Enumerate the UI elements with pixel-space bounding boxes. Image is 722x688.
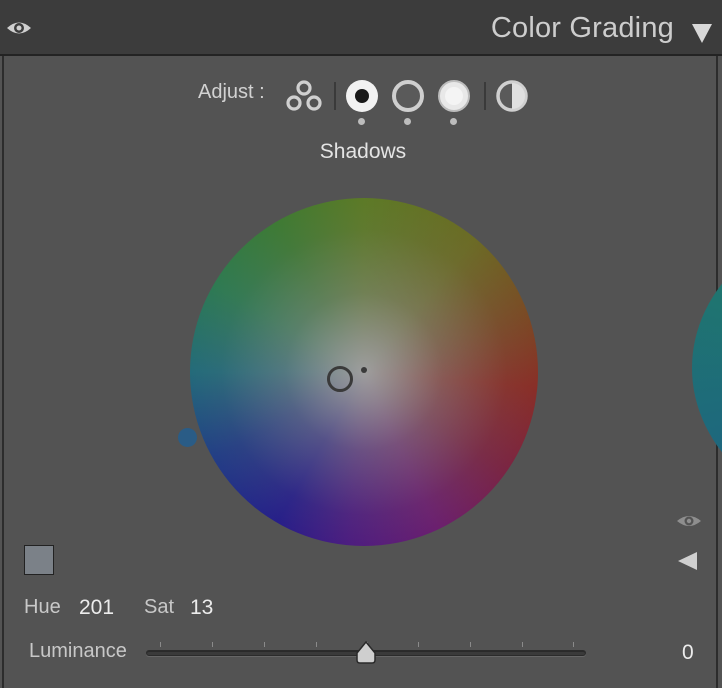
highlights-circle-icon[interactable] bbox=[436, 78, 472, 114]
wheel-handle-dot bbox=[361, 367, 367, 373]
slider-tick bbox=[316, 642, 317, 647]
color-grading-panel: Color Grading Adjust : Shadows Hue 201 S… bbox=[0, 0, 722, 688]
luminance-slider-thumb[interactable] bbox=[355, 641, 377, 665]
eye-icon[interactable] bbox=[6, 18, 32, 38]
slider-tick bbox=[573, 642, 574, 647]
panel-title: Color Grading bbox=[490, 12, 674, 44]
hue-value[interactable]: 201 bbox=[79, 596, 114, 620]
midtones-circle-icon[interactable] bbox=[390, 78, 426, 114]
three-circles-icon[interactable] bbox=[284, 78, 324, 114]
sat-label: Sat bbox=[144, 596, 175, 618]
mode-separator bbox=[334, 82, 336, 110]
shadows-circle-icon[interactable] bbox=[344, 78, 380, 114]
highlights-indicator-dot bbox=[450, 118, 457, 125]
color-swatch[interactable] bbox=[24, 545, 54, 575]
slider-tick bbox=[160, 642, 161, 647]
shadows-indicator-dot bbox=[358, 118, 365, 125]
wheel-label: Shadows bbox=[319, 140, 407, 163]
adjust-label: Adjust : bbox=[198, 81, 265, 103]
hue-label: Hue bbox=[24, 596, 61, 618]
slider-tick bbox=[418, 642, 419, 647]
eye-icon[interactable] bbox=[676, 512, 702, 530]
triangle-down-icon[interactable] bbox=[690, 22, 714, 44]
midtones-indicator-dot bbox=[404, 118, 411, 125]
luminance-label: Luminance bbox=[29, 640, 127, 662]
sat-value[interactable]: 13 bbox=[190, 596, 213, 620]
panel-header[interactable]: Color Grading bbox=[0, 0, 722, 56]
slider-tick bbox=[470, 642, 471, 647]
slider-tick bbox=[522, 642, 523, 647]
global-half-circle-icon[interactable] bbox=[494, 78, 530, 114]
triangle-left-icon[interactable] bbox=[676, 550, 698, 572]
hue-marker[interactable] bbox=[178, 428, 197, 447]
wheel-handle[interactable] bbox=[327, 366, 353, 392]
slider-tick bbox=[264, 642, 265, 647]
slider-tick bbox=[212, 642, 213, 647]
luminance-value[interactable]: 0 bbox=[682, 641, 694, 665]
mode-separator bbox=[484, 82, 486, 110]
